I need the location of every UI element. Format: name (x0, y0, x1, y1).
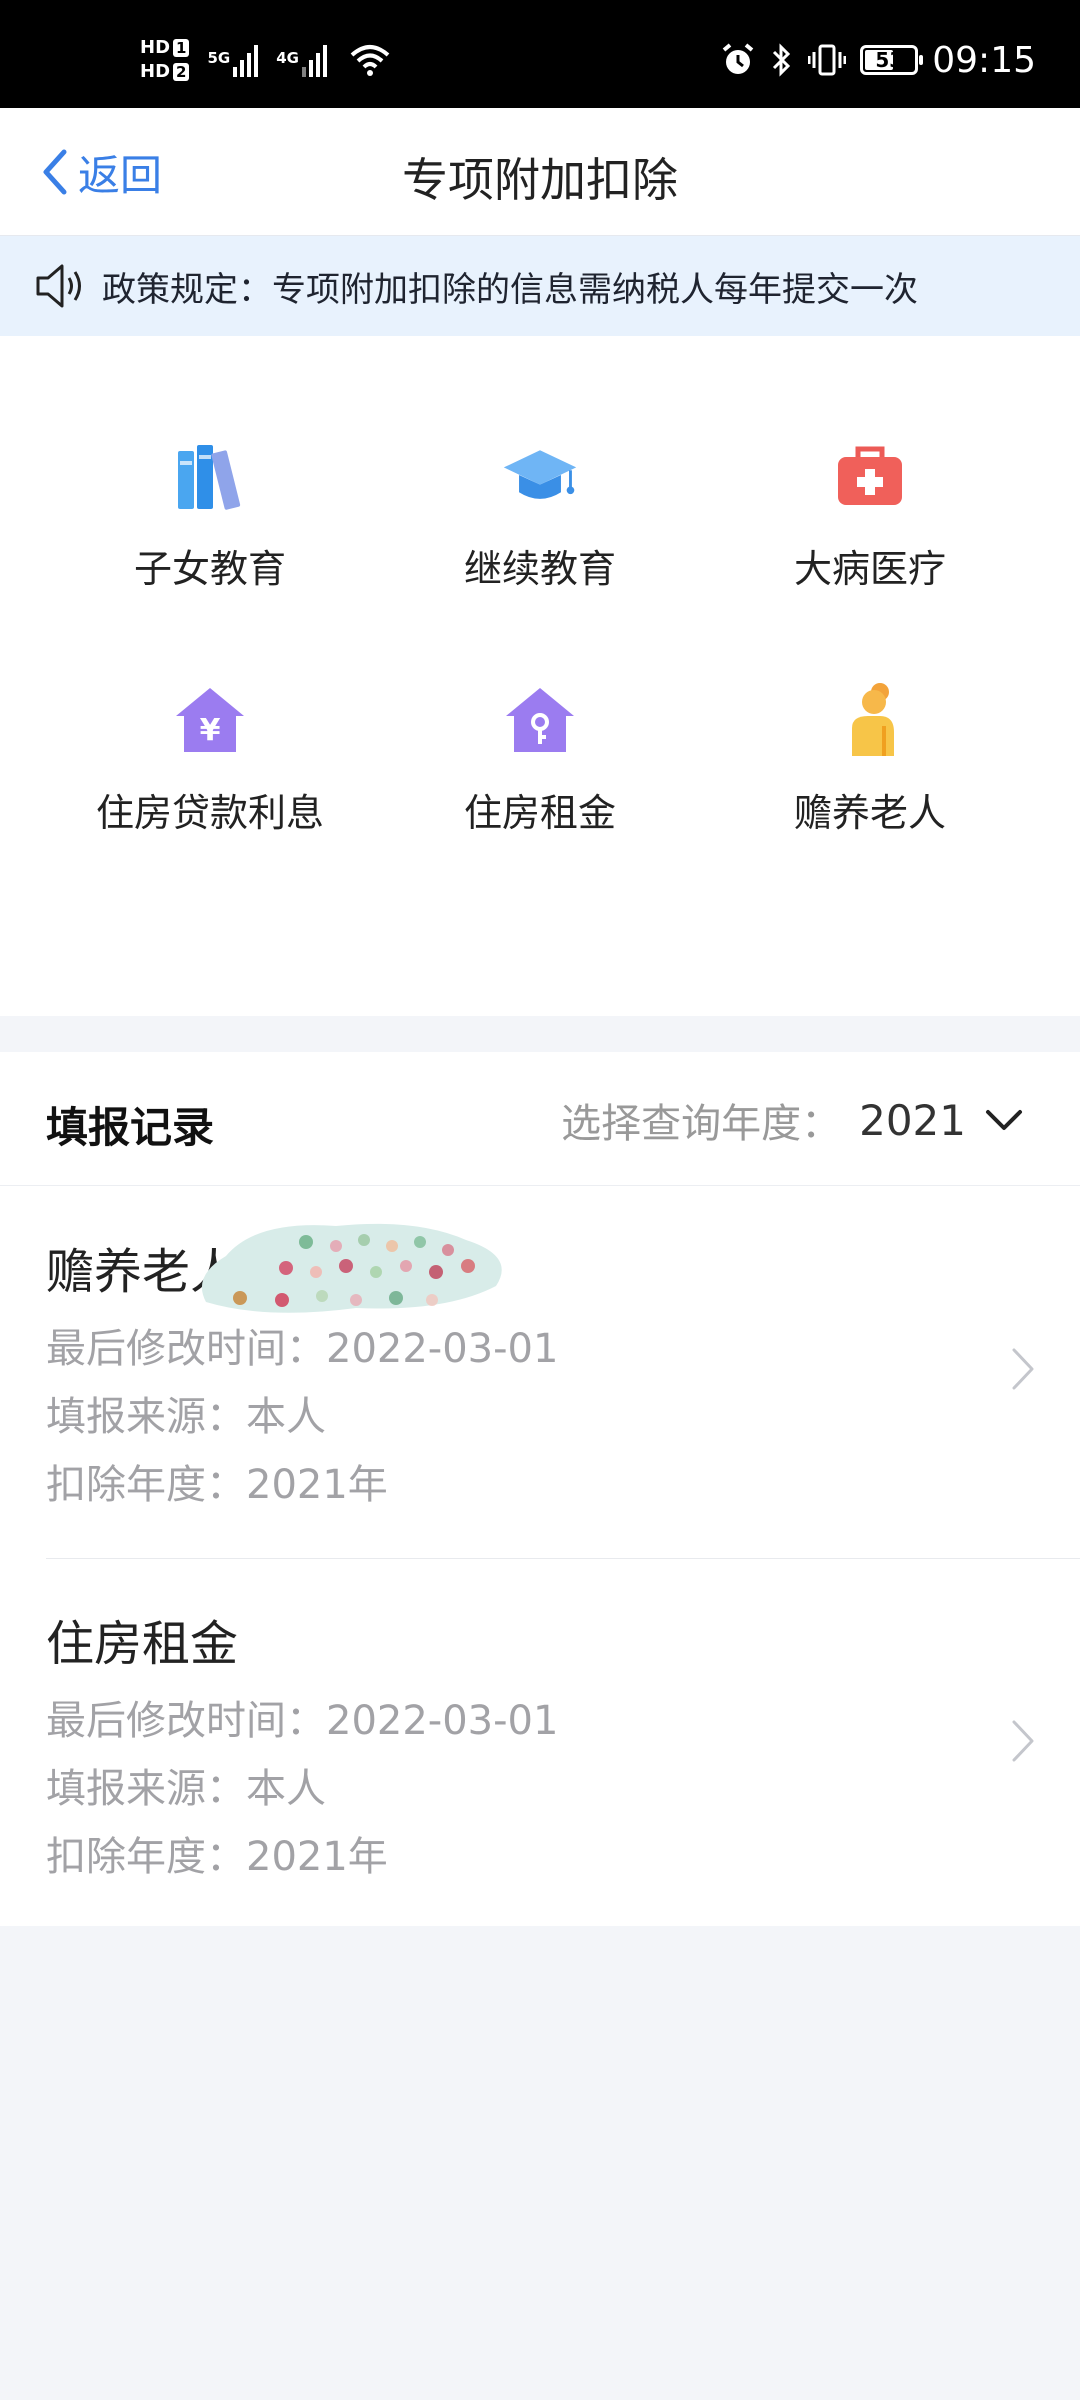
notice-text: 政策规定：专项附加扣除的信息需纳税人每年提交一次 (102, 269, 918, 310)
page-title: 专项附加扣除 (402, 153, 678, 207)
clock: 09:15 (932, 39, 1036, 81)
category-elderly-support[interactable]: 赡养老人 (700, 680, 1040, 880)
books-icon (170, 436, 250, 516)
record-year: 扣除年度：2021年 (46, 1834, 388, 1880)
category-grid: 子女教育 继续教育 大病医疗 ¥ 住房贷款利息 住房租金 赡养老人 (0, 336, 1080, 1016)
house-key-icon (500, 680, 580, 760)
signal-5g: 5G (207, 43, 259, 77)
sim2-indicator: HD 2 (140, 62, 190, 82)
record-modified: 最后修改时间：2022-03-01 (46, 1698, 559, 1744)
alarm-icon (722, 43, 754, 74)
record-name: 住房租金 (46, 1616, 239, 1672)
year-selector[interactable]: 选择查询年度： 2021 (561, 1092, 1024, 1148)
nav-bar: 返回 专项附加扣除 (0, 108, 1080, 236)
battery-icon: 53 (860, 45, 924, 75)
chevron-down-icon (986, 1110, 1022, 1130)
year-value: 2021 (859, 1095, 966, 1145)
record-year: 扣除年度：2021年 (46, 1462, 388, 1508)
chevron-right-icon (1012, 1348, 1034, 1390)
record-source: 填报来源：本人 (46, 1766, 326, 1812)
record-item-elderly-support[interactable]: 赡养老人 最后修改时间：2022-03-01 填报来源：本人 扣除年度：2021… (0, 1186, 1080, 1556)
records-title: 填报记录 (46, 1103, 215, 1152)
record-source: 填报来源：本人 (46, 1394, 326, 1440)
house-yuan-icon: ¥ (170, 680, 250, 760)
battery-level: 53 (875, 48, 904, 72)
speaker-icon (36, 264, 81, 308)
elderly-person-icon (830, 680, 910, 760)
sim-indicators: HD 1 HD 2 (140, 38, 190, 82)
signal-bars-icon (233, 43, 259, 77)
sim1-indicator: HD 1 (140, 38, 190, 58)
status-left: HD 1 HD 2 5G 4G (140, 30, 391, 90)
redaction-mask (201, 1223, 502, 1313)
status-right: 53 09:15 (720, 30, 1036, 90)
signal-bars-icon (301, 43, 327, 77)
category-housing-loan-interest[interactable]: ¥ 住房贷款利息 (40, 680, 380, 880)
category-continuing-education[interactable]: 继续教育 (370, 436, 710, 636)
records-header: 填报记录 选择查询年度： 2021 (0, 1052, 1080, 1186)
category-major-illness[interactable]: 大病医疗 (700, 436, 1040, 636)
first-aid-kit-icon (830, 436, 910, 516)
signal-4g: 4G (276, 43, 327, 77)
category-child-education[interactable]: 子女教育 (40, 436, 380, 636)
filing-records: 填报记录 选择查询年度： 2021 赡养老人 最后修改时间：2022-03-01… (0, 1052, 1080, 1926)
category-housing-rent[interactable]: 住房租金 (370, 680, 710, 880)
chevron-right-icon (1012, 1720, 1034, 1762)
bluetooth-icon (773, 43, 791, 77)
record-item-housing-rent[interactable]: 住房租金 最后修改时间：2022-03-01 填报来源：本人 扣除年度：2021… (0, 1558, 1080, 1928)
wifi-icon (350, 45, 390, 76)
graduation-cap-icon (500, 436, 580, 516)
svg-text:¥: ¥ (200, 713, 221, 748)
status-bar: HD 1 HD 2 5G 4G 53 09:15 (0, 0, 1080, 108)
policy-notice: 政策规定：专项附加扣除的信息需纳税人每年提交一次 (0, 236, 1080, 336)
vibrate-icon (808, 44, 847, 76)
